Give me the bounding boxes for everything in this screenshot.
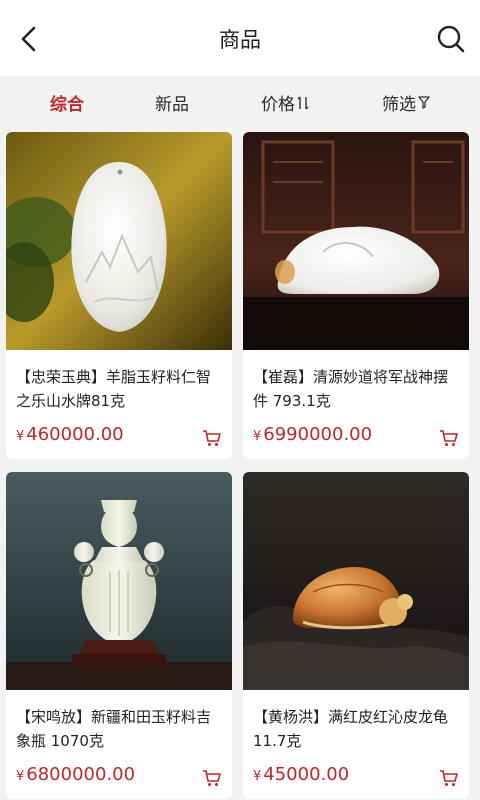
tab-comprehensive[interactable]: 综合 (50, 90, 84, 115)
product-card[interactable]: 【忠荣玉典】羊脂玉籽料仁智之乐山水牌81克 ¥460000.00 (6, 132, 232, 459)
product-image (6, 472, 232, 690)
product-name: 【黄杨洪】满红皮红沁皮龙龟11.7克 (253, 708, 449, 750)
product-name: 【忠荣玉典】羊脂玉籽料仁智之乐山水牌81克 (16, 368, 212, 410)
search-button[interactable] (434, 22, 468, 56)
product-image (243, 132, 469, 350)
cart-icon[interactable] (202, 428, 222, 448)
cart-icon[interactable] (439, 768, 459, 788)
top-bar: 商品 (0, 0, 480, 76)
product-image (243, 472, 469, 690)
product-card[interactable]: 【黄杨洪】满红皮红沁皮龙龟11.7克 ¥45000.00 (243, 472, 469, 799)
product-image (6, 132, 232, 350)
product-card[interactable]: 【崔磊】清源妙道将军战神摆件 793.1克 ¥6990000.00 (243, 132, 469, 459)
filter-bar: 综合 新品 价格 筛选 (0, 76, 480, 126)
tab-filter[interactable]: 筛选 (382, 90, 430, 115)
cart-icon[interactable] (439, 428, 459, 448)
sort-icon (297, 96, 309, 109)
product-name: 【崔磊】清源妙道将军战神摆件 793.1克 (253, 368, 449, 410)
search-icon (437, 25, 465, 53)
tab-new[interactable]: 新品 (155, 90, 189, 115)
cart-icon[interactable] (202, 768, 222, 788)
product-price: ¥6800000.00 (16, 764, 136, 785)
page-title: 商品 (219, 28, 261, 52)
product-price: ¥6990000.00 (253, 424, 373, 445)
product-price: ¥460000.00 (16, 424, 124, 445)
filter-icon (418, 96, 430, 109)
tab-price[interactable]: 价格 (261, 90, 309, 115)
product-card[interactable]: 【宋鸣放】新疆和田玉籽料吉象瓶 1070克 ¥6800000.00 (6, 472, 232, 799)
product-name: 【宋鸣放】新疆和田玉籽料吉象瓶 1070克 (16, 708, 212, 750)
product-price: ¥45000.00 (253, 764, 350, 785)
